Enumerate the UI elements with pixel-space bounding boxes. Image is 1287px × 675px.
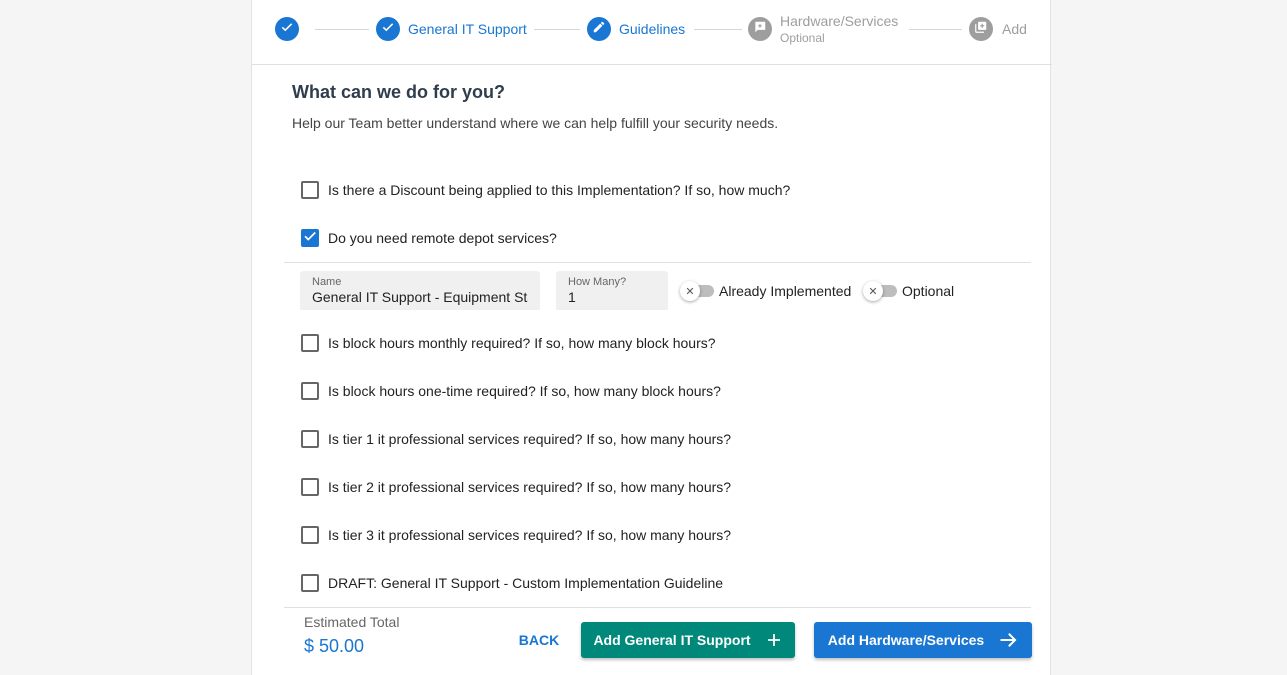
optional-label: Optional bbox=[902, 283, 955, 299]
step-connector bbox=[534, 29, 580, 30]
add-hardware-services-button[interactable]: Add Hardware/Services bbox=[814, 622, 1032, 658]
quantity-input[interactable] bbox=[568, 288, 656, 306]
library-add-icon bbox=[974, 20, 988, 39]
step-5-pending[interactable] bbox=[969, 17, 993, 41]
checkbox[interactable] bbox=[301, 382, 319, 400]
step-2-complete[interactable] bbox=[376, 17, 400, 41]
question-tier-1[interactable]: Is tier 1 it professional services requi… bbox=[301, 429, 731, 449]
question-label: Is there a Discount being applied to thi… bbox=[328, 182, 791, 198]
question-label: Is block hours one-time required? If so,… bbox=[328, 383, 721, 399]
estimated-total-label: Estimated Total bbox=[304, 614, 400, 630]
step-4-sublabel: Optional bbox=[780, 31, 825, 45]
question-label: DRAFT: General IT Support - Custom Imple… bbox=[328, 575, 724, 591]
checkbox[interactable] bbox=[301, 334, 319, 352]
estimated-total-value: $ 50.00 bbox=[304, 636, 365, 656]
implementation-panel: General IT Support Guidelines Hardware/S… bbox=[251, 0, 1052, 675]
question-discount[interactable]: Is there a Discount being applied to thi… bbox=[301, 180, 790, 200]
question-block-hours-one-time[interactable]: Is block hours one-time required? If so,… bbox=[301, 381, 721, 401]
section-description: Help our Team better understand where we… bbox=[292, 115, 779, 131]
question-remote-depot[interactable]: Do you need remote depot services? bbox=[301, 228, 557, 248]
button-label: Add General IT Support bbox=[593, 632, 751, 648]
step-connector bbox=[909, 29, 962, 30]
question-label: Is tier 3 it professional services requi… bbox=[328, 527, 732, 543]
step-4-label[interactable]: Hardware/Services bbox=[780, 13, 898, 29]
close-icon: ✕ bbox=[680, 281, 700, 301]
question-block-hours-monthly[interactable]: Is block hours monthly required? If so, … bbox=[301, 333, 716, 353]
checkbox[interactable] bbox=[301, 526, 319, 544]
already-implemented-toggle[interactable]: ✕ bbox=[680, 281, 714, 301]
check-icon bbox=[303, 229, 317, 248]
step-3-label[interactable]: Guidelines bbox=[619, 21, 685, 37]
question-label: Do you need remote depot services? bbox=[328, 230, 557, 246]
checkbox-checked[interactable] bbox=[301, 229, 319, 247]
section-title: What can we do for you? bbox=[292, 82, 506, 102]
check-icon bbox=[381, 20, 395, 39]
step-5-label[interactable]: Add bbox=[1002, 21, 1027, 37]
comment-plus-icon bbox=[753, 20, 767, 39]
arrow-right-icon bbox=[998, 630, 1018, 650]
add-general-it-support-button[interactable]: Add General IT Support bbox=[581, 622, 795, 658]
field-label: How Many? bbox=[568, 276, 627, 288]
step-2-label[interactable]: General IT Support bbox=[408, 21, 527, 37]
already-implemented-label: Already Implemented bbox=[719, 283, 852, 299]
question-tier-3[interactable]: Is tier 3 it professional services requi… bbox=[301, 525, 731, 545]
field-label: Name bbox=[312, 276, 342, 288]
check-icon bbox=[280, 20, 294, 39]
quantity-field[interactable]: How Many? bbox=[556, 271, 668, 310]
checkbox[interactable] bbox=[301, 430, 319, 448]
question-label: Is tier 1 it professional services requi… bbox=[328, 431, 732, 447]
step-4-pending[interactable] bbox=[748, 17, 772, 41]
item-name-input[interactable] bbox=[312, 288, 528, 306]
checkbox[interactable] bbox=[301, 478, 319, 496]
optional-toggle[interactable]: ✕ bbox=[863, 281, 897, 301]
step-connector bbox=[694, 29, 742, 30]
checkbox[interactable] bbox=[301, 181, 319, 199]
button-label: Add Hardware/Services bbox=[827, 632, 985, 648]
divider bbox=[284, 262, 1031, 263]
step-3-active[interactable] bbox=[587, 17, 611, 41]
item-name-field[interactable]: Name bbox=[300, 271, 540, 310]
pencil-icon bbox=[592, 20, 606, 39]
checkbox[interactable] bbox=[301, 574, 319, 592]
question-tier-2[interactable]: Is tier 2 it professional services requi… bbox=[301, 477, 731, 497]
question-label: Is tier 2 it professional services requi… bbox=[328, 479, 732, 495]
close-icon: ✕ bbox=[863, 281, 883, 301]
stepper: General IT Support Guidelines Hardware/S… bbox=[252, 0, 1052, 65]
step-1-complete[interactable] bbox=[275, 17, 299, 41]
step-connector bbox=[315, 29, 369, 30]
back-button[interactable]: BACK bbox=[510, 622, 568, 658]
question-label: Is block hours monthly required? If so, … bbox=[328, 335, 716, 351]
divider bbox=[284, 607, 1031, 608]
plus-icon bbox=[765, 631, 783, 649]
question-custom-guideline[interactable]: DRAFT: General IT Support - Custom Imple… bbox=[301, 573, 723, 593]
